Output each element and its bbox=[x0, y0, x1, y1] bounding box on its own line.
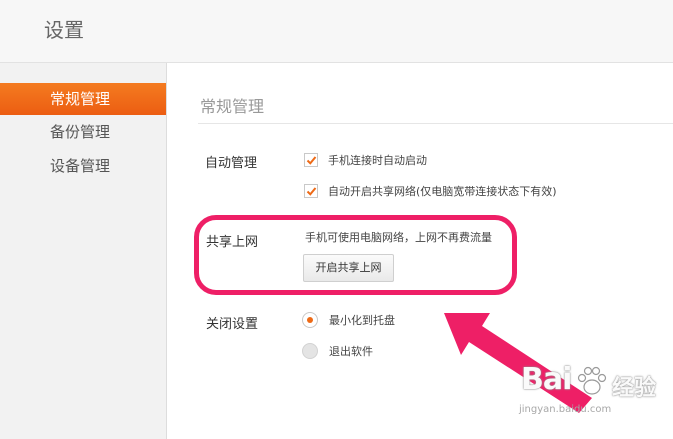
section-title: 常规管理 bbox=[200, 97, 265, 116]
exit-software-radio[interactable] bbox=[302, 343, 318, 359]
checkmark-icon bbox=[306, 187, 317, 196]
watermark-url: jingyan.baidu.com bbox=[519, 404, 612, 415]
sidebar-item-label: 设备管理 bbox=[50, 157, 111, 175]
radio-selected-dot bbox=[307, 317, 313, 323]
sidebar-item-devices[interactable]: 设备管理 bbox=[0, 150, 166, 182]
paw-icon bbox=[577, 366, 607, 395]
sidebar-item-general[interactable]: 常规管理 bbox=[0, 83, 166, 115]
checkmark-icon bbox=[306, 156, 317, 165]
sidebar-item-label: 备份管理 bbox=[50, 123, 111, 141]
share-internet-description: 手机可使用电脑网络，上网不再费流量 bbox=[305, 231, 492, 244]
minimize-to-tray-option[interactable]: 最小化到托盘 bbox=[302, 311, 395, 329]
exit-software-option[interactable]: 退出软件 bbox=[302, 342, 373, 360]
share-internet-label: 共享上网 bbox=[206, 235, 259, 250]
sidebar-item-label: 常规管理 bbox=[50, 90, 111, 108]
autostart-on-connect-option[interactable]: 手机连接时自动启动 bbox=[304, 151, 427, 169]
auto-share-network-checkbox[interactable] bbox=[304, 184, 318, 198]
watermark-jingyan: 经验 bbox=[612, 376, 657, 401]
autostart-on-connect-label: 手机连接时自动启动 bbox=[328, 154, 427, 167]
window-title: 设置 bbox=[44, 18, 84, 42]
sidebar: 常规管理 备份管理 设备管理 bbox=[0, 63, 167, 439]
sidebar-item-backup[interactable]: 备份管理 bbox=[0, 116, 166, 148]
auto-share-network-label: 自动开启共享网络(仅电脑宽带连接状态下有效) bbox=[328, 185, 557, 198]
minimize-to-tray-radio[interactable] bbox=[302, 312, 318, 328]
exit-software-label: 退出软件 bbox=[329, 345, 373, 358]
autostart-label: 自动管理 bbox=[205, 156, 258, 171]
close-settings-label: 关闭设置 bbox=[206, 317, 259, 332]
section-divider bbox=[198, 123, 673, 124]
baidu-jingyan-watermark: Bai 经验 jingyan.baidu.com bbox=[515, 360, 673, 439]
watermark-logo: Bai bbox=[521, 362, 572, 397]
auto-share-network-option[interactable]: 自动开启共享网络(仅电脑宽带连接状态下有效) bbox=[304, 182, 557, 200]
title-bar: 设置 bbox=[0, 0, 673, 63]
enable-share-internet-button[interactable]: 开启共享上网 bbox=[303, 254, 394, 282]
autostart-on-connect-checkbox[interactable] bbox=[304, 153, 318, 167]
minimize-to-tray-label: 最小化到托盘 bbox=[329, 314, 395, 327]
